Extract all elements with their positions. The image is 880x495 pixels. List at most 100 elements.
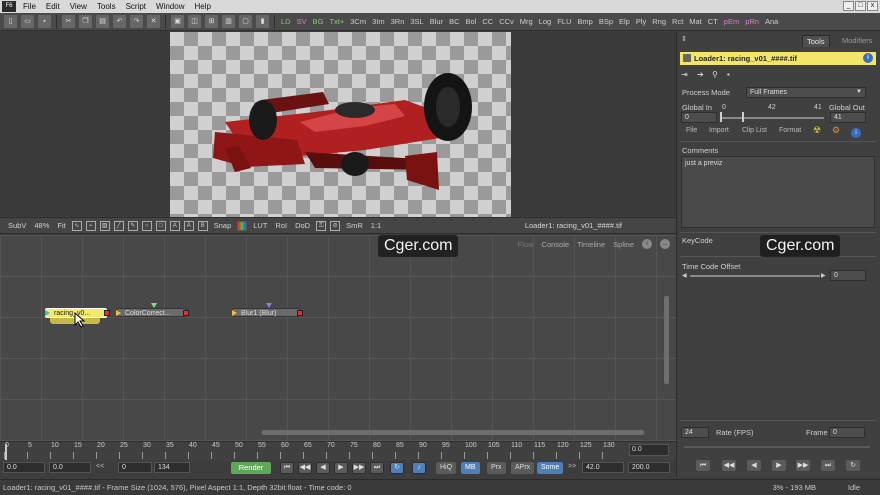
panel-options-icon[interactable]: ⇕ bbox=[681, 35, 687, 43]
delete-icon[interactable]: ✕ bbox=[147, 15, 160, 28]
current-time-field[interactable]: 0 bbox=[118, 462, 152, 473]
node-output-port[interactable] bbox=[183, 310, 189, 316]
open-folder-icon[interactable]: ▭ bbox=[21, 15, 34, 28]
roi-dropdown[interactable]: RoI bbox=[271, 221, 291, 230]
global-in-field[interactable]: 0 bbox=[681, 112, 717, 123]
slider-left-icon[interactable]: ◀ bbox=[682, 272, 687, 279]
tab-console[interactable]: Console bbox=[542, 240, 570, 249]
render-start-field[interactable]: 0.0 bbox=[49, 462, 91, 473]
preview-end-icon[interactable]: ⏭ bbox=[821, 460, 835, 471]
comments-textarea[interactable]: just a previz bbox=[681, 156, 875, 228]
tool-button-pem[interactable]: pEm bbox=[721, 15, 742, 29]
node-output-port[interactable] bbox=[104, 310, 110, 316]
tool-button-ct[interactable]: CT bbox=[705, 15, 721, 29]
lut-dropdown[interactable]: LUT bbox=[249, 221, 271, 230]
menu-help[interactable]: Help bbox=[189, 2, 215, 11]
tool-button-bmp[interactable]: Bmp bbox=[574, 15, 595, 29]
undo-icon[interactable]: ↶ bbox=[113, 15, 126, 28]
gear-icon[interactable]: ⚙ bbox=[832, 125, 840, 136]
render-button[interactable]: Render bbox=[231, 462, 271, 474]
tool-header[interactable]: Loader1: racing_v01_####.tif i bbox=[680, 52, 876, 65]
preview-back-icon[interactable]: ◀ bbox=[747, 460, 761, 471]
tool-button-bc[interactable]: BC bbox=[446, 15, 462, 29]
blur-node[interactable]: Blur1 (Blur) bbox=[232, 303, 303, 317]
frame-field[interactable]: 0 bbox=[829, 427, 865, 438]
tool-button-blur[interactable]: Blur bbox=[427, 15, 446, 29]
snap-button[interactable]: Snap bbox=[210, 221, 236, 230]
ratio-button[interactable]: 1:1 bbox=[367, 221, 385, 230]
tool-button-3im[interactable]: 3Im bbox=[369, 15, 388, 29]
go-to-end-icon[interactable]: ⏭ bbox=[370, 462, 384, 474]
play-reverse-icon[interactable]: ◀ bbox=[316, 462, 330, 474]
rectangle-tool-icon[interactable]: □ bbox=[155, 220, 166, 231]
tool-button-rng[interactable]: Rng bbox=[649, 15, 669, 29]
prx-toggle[interactable]: Prx bbox=[487, 462, 506, 474]
tool-button-prn[interactable]: pRn bbox=[742, 15, 762, 29]
layout-split-icon[interactable]: ◫ bbox=[188, 15, 201, 28]
paste-icon[interactable]: ▤ bbox=[96, 15, 109, 28]
node-output-port[interactable] bbox=[297, 310, 303, 316]
text-outline-icon[interactable]: Ā bbox=[183, 220, 194, 231]
play-forward-icon[interactable]: ▶ bbox=[334, 462, 348, 474]
tab-tools[interactable]: Tools bbox=[802, 35, 830, 47]
menu-tools[interactable]: Tools bbox=[92, 2, 121, 11]
loop-icon[interactable]: ↻ bbox=[390, 462, 404, 474]
text-tool-icon[interactable]: A bbox=[169, 220, 180, 231]
link-icon[interactable]: ⚲ bbox=[712, 70, 718, 79]
maximize-button[interactable]: □ bbox=[855, 1, 866, 11]
time-code-offset-field[interactable]: 0 bbox=[830, 270, 866, 281]
range-start-handle[interactable] bbox=[720, 112, 722, 122]
info-icon[interactable]: i bbox=[642, 239, 652, 249]
line-icon[interactable]: ╱ bbox=[113, 220, 124, 231]
step-back-label[interactable]: << bbox=[96, 463, 104, 470]
menu-view[interactable]: View bbox=[65, 2, 92, 11]
node-mask-input[interactable] bbox=[266, 303, 272, 308]
hiq-toggle[interactable]: HiQ bbox=[436, 462, 457, 474]
flow-vertical-scrollbar[interactable] bbox=[664, 296, 669, 384]
new-file-icon[interactable]: ▯ bbox=[4, 15, 17, 28]
stereo-icon[interactable]: ⊘ bbox=[330, 220, 341, 231]
global-range-slider[interactable] bbox=[720, 117, 824, 119]
color-channels-icon[interactable] bbox=[237, 220, 248, 231]
paint-icon[interactable]: ▨ bbox=[99, 220, 110, 231]
step-forward-icon[interactable]: ▶▶ bbox=[352, 462, 366, 474]
node-input-port[interactable] bbox=[116, 310, 121, 316]
menu-window[interactable]: Window bbox=[151, 2, 189, 11]
layout-single-icon[interactable]: ▣ bbox=[171, 15, 184, 28]
polygon-icon[interactable]: ⌁ bbox=[85, 220, 96, 231]
global-time-field[interactable]: 0.0 bbox=[629, 444, 669, 456]
end-frame-field[interactable]: 134 bbox=[154, 462, 190, 473]
bold-icon[interactable]: B bbox=[197, 220, 208, 231]
preview-forward-icon[interactable]: ▶▶ bbox=[796, 460, 810, 471]
info-icon[interactable]: i bbox=[851, 128, 861, 138]
subtab-format[interactable]: Format bbox=[779, 127, 801, 134]
menu-file[interactable]: File bbox=[18, 2, 41, 11]
node-input-port[interactable] bbox=[45, 310, 50, 316]
redo-icon[interactable]: ↷ bbox=[130, 15, 143, 28]
step-back-icon[interactable]: ◀◀ bbox=[298, 462, 312, 474]
menu-edit[interactable]: Edit bbox=[41, 2, 65, 11]
dod-button[interactable]: DoD bbox=[291, 221, 314, 230]
tool-button-ccv[interactable]: CCv bbox=[496, 15, 517, 29]
chat-icon[interactable]: … bbox=[660, 239, 670, 249]
arrow-icon[interactable]: ➔ bbox=[697, 70, 704, 79]
flow-horizontal-scrollbar[interactable] bbox=[262, 430, 644, 435]
bin-icon[interactable]: ▮ bbox=[256, 15, 269, 28]
global-end-field[interactable]: 200.0 bbox=[628, 462, 670, 473]
preview-rewind-icon[interactable]: ◀◀ bbox=[722, 460, 736, 471]
tool-button-sv[interactable]: SV bbox=[294, 15, 310, 29]
fit-button[interactable]: Fit bbox=[53, 221, 69, 230]
brush-icon[interactable]: ✎ bbox=[127, 220, 138, 231]
subtab-clip-list[interactable]: Clip List bbox=[742, 127, 767, 134]
rate-field[interactable]: 24 bbox=[681, 427, 709, 438]
preview-start-icon[interactable]: ⏮ bbox=[696, 460, 710, 471]
tool-button-txt[interactable]: Txt+ bbox=[326, 15, 347, 29]
tool-button-flu[interactable]: FLU bbox=[554, 15, 574, 29]
tool-button-3sl[interactable]: 3SL bbox=[407, 15, 426, 29]
collapse-icon[interactable] bbox=[683, 54, 691, 62]
tab-flow[interactable]: Flow bbox=[518, 240, 534, 249]
tool-button-ld[interactable]: LD bbox=[278, 15, 294, 29]
tool-button-3cm[interactable]: 3Cm bbox=[347, 15, 369, 29]
tool-button-ana[interactable]: Ana bbox=[762, 15, 781, 29]
color-correct-node[interactable]: ColorCorrect... bbox=[116, 303, 189, 317]
